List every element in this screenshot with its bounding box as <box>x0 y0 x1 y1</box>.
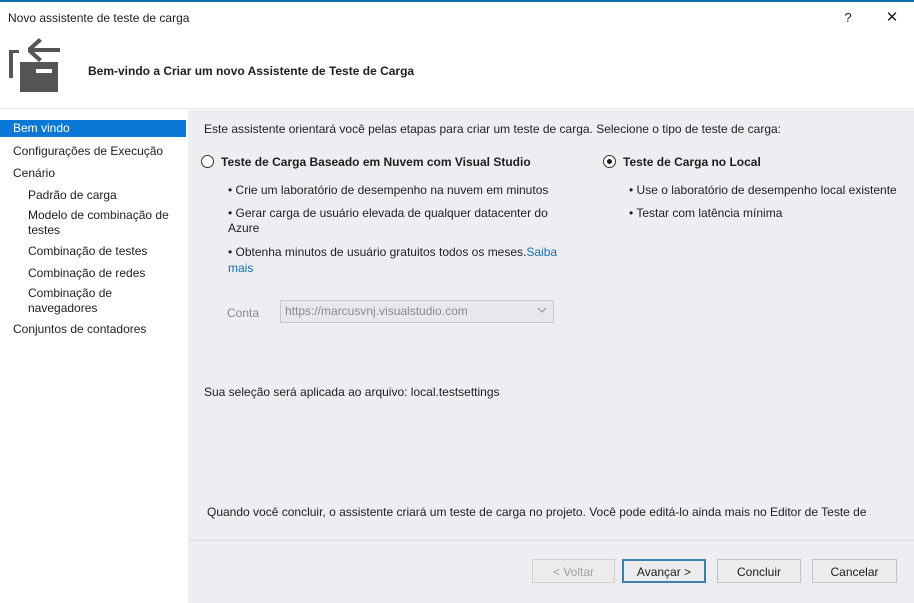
sidebar-item-label: Combinação de <box>28 286 113 300</box>
sidebar-item-conjuntos-contadores[interactable]: Conjuntos de contadores <box>13 322 146 337</box>
cancel-button[interactable]: Cancelar <box>812 559 897 583</box>
header-title: Bem-vindo a Criar um novo Assistente de … <box>88 64 415 78</box>
cloud-bullet-3-text: • Obtenha minutos de usuário gratuitos t… <box>228 245 527 259</box>
sidebar-item-bem-vindo[interactable]: Bem vindo <box>0 120 186 137</box>
account-select[interactable]: https://marcusvnj.visualstudio.com <box>280 300 554 323</box>
sidebar-item-combinacao-redes[interactable]: Combinação de redes <box>28 266 145 281</box>
help-button[interactable]: ? <box>838 8 858 28</box>
sidebar-item-configuracoes-execucao[interactable]: Configurações de Execução <box>13 144 163 159</box>
wizard-sidebar: Bem vindo Configurações de Execução Cená… <box>0 110 188 602</box>
sidebar-item-padrao-carga[interactable]: Padrão de carga <box>28 188 117 203</box>
cloud-bullet-3: • Obtenha minutos de usuário gratuitos t… <box>228 244 557 260</box>
header-divider <box>0 108 914 109</box>
next-button[interactable]: Avançar > <box>622 559 706 583</box>
back-button[interactable]: < Voltar <box>532 559 615 583</box>
sidebar-item-modelo-combinacao[interactable]: Modelo de combinação de testes <box>28 208 169 238</box>
chevron-down-icon <box>537 307 547 313</box>
finish-button[interactable]: Concluir <box>717 559 801 583</box>
wizard-content-panel <box>188 110 914 540</box>
learn-more-link[interactable]: Saiba <box>526 245 557 259</box>
account-select-value: https://marcusvnj.visualstudio.com <box>285 304 468 318</box>
intro-text: Este assistente orientará você pelas eta… <box>204 122 782 136</box>
load-test-wizard-icon <box>9 38 60 92</box>
local-load-test-label[interactable]: Teste de Carga no Local <box>623 155 761 170</box>
sidebar-item-combinacao-navegadores[interactable]: Combinação de navegadores <box>28 286 112 316</box>
radio-selected-dot <box>607 159 612 164</box>
cloud-bullet-2-cont: Azure <box>228 221 260 235</box>
window-title: Novo assistente de teste de carga <box>8 11 190 25</box>
local-bullet-1: • Use o laboratório de desempenho local … <box>629 183 897 197</box>
cloud-bullet-1: • Crie um laboratório de desempenho na n… <box>228 183 549 197</box>
wizard-header: Bem-vindo a Criar um novo Assistente de … <box>0 32 914 110</box>
title-bar: Novo assistente de teste de carga ? ✕ <box>0 2 914 32</box>
sidebar-item-label-line2: navegadores <box>28 301 98 315</box>
sidebar-item-cenario[interactable]: Cenário <box>13 166 55 181</box>
cloud-load-test-radio[interactable] <box>201 155 214 168</box>
cloud-load-test-label[interactable]: Teste de Carga Baseado em Nuvem com Visu… <box>221 155 531 170</box>
close-button[interactable]: ✕ <box>881 8 903 28</box>
local-load-test-radio[interactable] <box>603 155 616 168</box>
sidebar-item-label: Modelo de combinação de <box>28 208 169 222</box>
local-bullet-2: • Testar com latência mínima <box>629 206 783 220</box>
learn-more-link-cont[interactable]: mais <box>228 260 253 276</box>
sidebar-item-combinacao-testes[interactable]: Combinação de testes <box>28 244 147 259</box>
selection-note: Sua seleção será aplicada ao arquivo: lo… <box>204 385 500 399</box>
sidebar-item-label-line2: testes <box>28 223 61 237</box>
finish-note: Quando você concluir, o assistente criar… <box>207 505 867 519</box>
account-label: Conta <box>227 306 260 320</box>
cloud-bullet-2: • Gerar carga de usuário elevada de qual… <box>228 206 548 220</box>
